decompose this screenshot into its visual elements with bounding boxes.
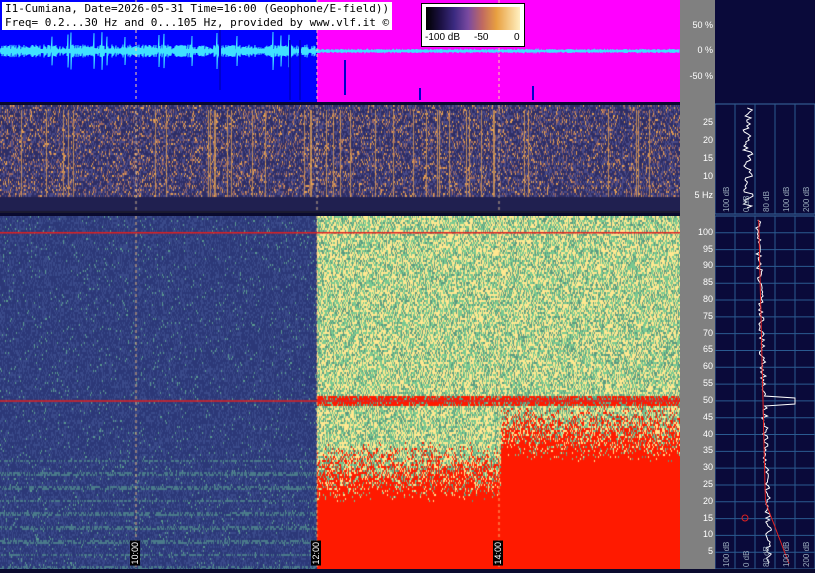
profile-top-tick-label: 80 dB xyxy=(762,191,771,212)
low-frequency-spectrogram-canvas xyxy=(0,105,680,213)
high-freq-tick-label: 25 xyxy=(702,478,713,489)
waveform-tick-label: 50 % xyxy=(692,19,713,30)
profile-bottom-tick-label: 200 dB xyxy=(802,542,811,567)
high-freq-tick-label: 75 xyxy=(702,310,713,321)
chart-title: I1-Cumiana, Date=2026-05-31 Time=16:00 (… xyxy=(2,2,393,30)
waveform-tick-label: 0 % xyxy=(697,45,713,55)
spectrum-profile-panel: 100 dB 0 dB 80 dB 100 dB 200 dB 100 dB 0 dB 80 … xyxy=(714,0,815,570)
high-freq-tick-label: 20 xyxy=(702,495,713,506)
color-scale-max-label: 0 xyxy=(514,32,520,43)
profile-bottom-tick-label: 0 dB xyxy=(742,551,751,567)
profile-bottom-tick-label: 80 dB xyxy=(762,546,771,567)
profile-top-tick-label: 100 dB xyxy=(722,187,731,212)
high-freq-tick-label: 70 xyxy=(702,327,713,338)
profile-top-tick-label: 0 dB xyxy=(742,196,751,212)
high-freq-tick-label: 35 xyxy=(702,445,713,456)
high-freq-tick-label: 55 xyxy=(702,378,713,389)
color-scale-gradient xyxy=(426,7,520,30)
time-label: 14:00 xyxy=(493,541,503,566)
color-scale-mid-label: -50 xyxy=(474,32,489,43)
spectrum-profile-plot: 100 dB 0 dB 80 dB 100 dB 200 dB 100 dB 0 dB 80 … xyxy=(714,103,815,570)
high-freq-tick-label: 65 xyxy=(702,344,713,355)
title-line-2: Freq= 0.2...30 Hz and 0...105 Hz, provid… xyxy=(5,16,390,29)
profile-bottom-tick-label: 100 dB xyxy=(722,542,731,567)
waveform-tick-label: -50 % xyxy=(689,70,713,81)
color-scale-legend: -100 dB -50 0 xyxy=(421,3,525,47)
y-axis-panel: 50 % 0 % -50 % 25 20 15 10 5 Hz 100 95 90 85 80 75 70 6… xyxy=(680,0,715,569)
profile-bottom-tick-label: 100 dB xyxy=(782,542,791,567)
high-freq-tick-label: 80 xyxy=(702,294,713,305)
high-freq-tick-label: 60 xyxy=(702,361,713,372)
high-freq-tick-label: 15 xyxy=(702,512,713,523)
high-freq-tick-label: 5 xyxy=(707,546,713,557)
low-freq-tick-label: 25 xyxy=(702,117,713,128)
color-scale-min-label: -100 dB xyxy=(425,32,461,43)
low-freq-tick-label: 20 xyxy=(702,135,713,146)
low-freq-tick-label: 5 Hz xyxy=(694,189,713,200)
profile-top-tick-label: 100 dB xyxy=(782,187,791,212)
high-freq-tick-label: 30 xyxy=(702,462,713,473)
high-frequency-spectrogram-canvas xyxy=(0,216,680,569)
low-frequency-spectrogram xyxy=(0,105,680,213)
high-freq-tick-label: 90 xyxy=(702,260,713,271)
high-frequency-spectrogram xyxy=(0,216,680,569)
profile-top-tick-label: 200 dB xyxy=(802,187,811,212)
high-freq-tick-label: 45 xyxy=(702,411,713,422)
high-freq-tick-label: 40 xyxy=(702,428,713,439)
high-freq-tick-label: 85 xyxy=(702,277,713,288)
high-freq-tick-label: 50 xyxy=(702,394,713,405)
low-freq-tick-label: 10 xyxy=(702,171,713,182)
time-label: 12:00 xyxy=(311,541,321,566)
time-label: 10:00 xyxy=(130,541,140,566)
low-freq-tick-label: 15 xyxy=(702,153,713,164)
high-freq-tick-label: 95 xyxy=(702,243,713,254)
high-freq-tick-label: 10 xyxy=(702,529,713,540)
high-freq-tick-label: 100 xyxy=(697,226,713,237)
title-line-1: I1-Cumiana, Date=2026-05-31 Time=16:00 (… xyxy=(5,2,390,15)
